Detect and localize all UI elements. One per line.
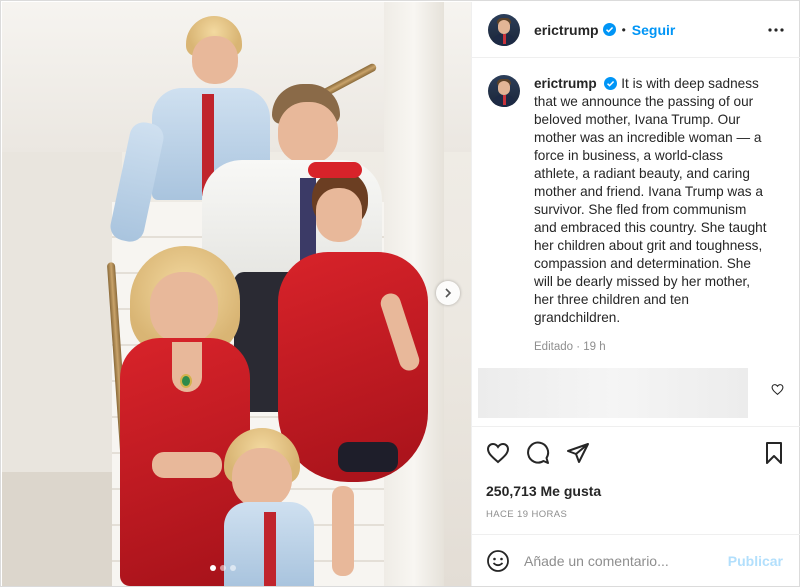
bookmark-icon[interactable] (762, 441, 786, 465)
separator: • (621, 22, 626, 37)
carousel-dot (220, 565, 226, 571)
carousel-dot (230, 565, 236, 571)
caption-username[interactable]: erictrump (534, 76, 597, 91)
post-photo[interactable] (2, 2, 471, 586)
share-icon[interactable] (566, 441, 590, 465)
caption: erictrump It is with deep sadness that w… (534, 75, 767, 327)
carousel-indicator (210, 565, 236, 571)
comment-icon[interactable] (526, 441, 550, 465)
comment-like-heart-icon[interactable] (771, 383, 784, 396)
verified-badge-icon (602, 23, 616, 36)
post-timestamp[interactable]: HACE 19 HORAS (486, 509, 567, 520)
caption-area: erictrump It is with deep sadness that w… (472, 59, 800, 367)
caption-text: It is with deep sadness that we announce… (534, 76, 767, 325)
blurred-comment-placeholder (478, 368, 748, 418)
comment-input[interactable] (524, 552, 724, 569)
avatar[interactable] (488, 75, 520, 107)
verified-badge-icon (604, 77, 618, 90)
post-modal: erictrump • Seguir erictrump It is with … (0, 0, 800, 587)
edited-time[interactable]: 19 h (583, 341, 605, 353)
edited-label: Editado (534, 341, 574, 353)
more-horizontal-icon[interactable] (767, 21, 785, 39)
carousel-dot (210, 565, 216, 571)
post-header: erictrump • Seguir (472, 2, 800, 58)
publish-button[interactable]: Publicar (728, 553, 783, 569)
avatar[interactable] (488, 13, 520, 46)
follow-button[interactable]: Seguir (632, 22, 676, 38)
carousel-next-button[interactable] (436, 281, 460, 305)
comment-bar: Publicar (472, 534, 800, 586)
username-link[interactable]: erictrump (534, 22, 599, 38)
chevron-right-icon (445, 288, 452, 298)
post-sidebar: erictrump • Seguir erictrump It is with … (471, 2, 800, 586)
caption-meta: Editado · 19 h (534, 341, 606, 353)
heart-icon[interactable] (486, 441, 510, 465)
likes-count[interactable]: 250,713 Me gusta (486, 483, 601, 499)
emoji-icon[interactable] (486, 549, 510, 573)
